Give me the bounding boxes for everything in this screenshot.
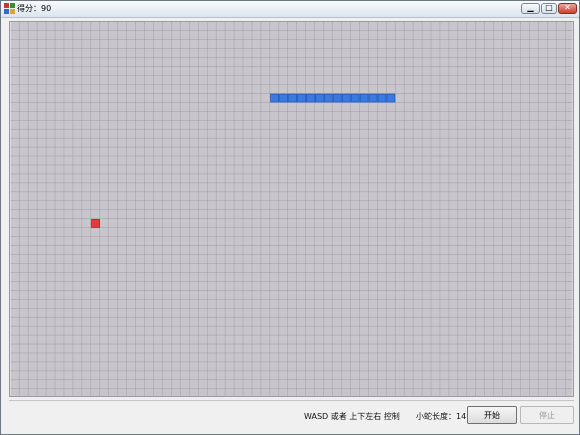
snake-segment: [341, 93, 351, 103]
minimize-icon: ▁: [527, 3, 534, 12]
snake-length-label: 小蛇长度：14: [416, 412, 467, 421]
maximize-icon: □: [545, 3, 553, 12]
snake-segment: [288, 93, 297, 103]
snake-segment: [332, 93, 342, 103]
snake-segment: [323, 93, 333, 103]
title-bar: 得分：90 ▁ □ ✕: [1, 1, 579, 18]
close-icon: ✕: [564, 3, 571, 12]
maximize-button[interactable]: □: [541, 3, 557, 14]
game-board[interactable]: [9, 21, 574, 397]
game-window: 得分：90 ▁ □ ✕ WASD 或者 上下左右 控制 小蛇长度：14 开始 停…: [0, 0, 580, 435]
snake-segment: [386, 93, 396, 103]
app-icon: [4, 3, 15, 14]
snake-segment: [314, 93, 324, 103]
board-grid: [10, 22, 573, 396]
window-title: 得分：90: [17, 4, 52, 13]
snake-segment: [350, 93, 360, 103]
snake-segment: [377, 93, 387, 103]
stop-button[interactable]: 停止: [520, 406, 574, 424]
minimize-button[interactable]: ▁: [521, 3, 540, 14]
start-button[interactable]: 开始: [467, 406, 517, 424]
close-button[interactable]: ✕: [558, 3, 577, 14]
bottom-separator: [9, 400, 574, 401]
snake-segment: [359, 93, 369, 103]
snake-segment: [306, 93, 315, 103]
snake-segment: [270, 93, 279, 103]
snake-segment: [297, 93, 306, 103]
food-item: [91, 219, 100, 228]
snake-segment: [368, 93, 378, 103]
snake-segment: [279, 93, 288, 103]
controls-hint: WASD 或者 上下左右 控制: [304, 412, 400, 421]
